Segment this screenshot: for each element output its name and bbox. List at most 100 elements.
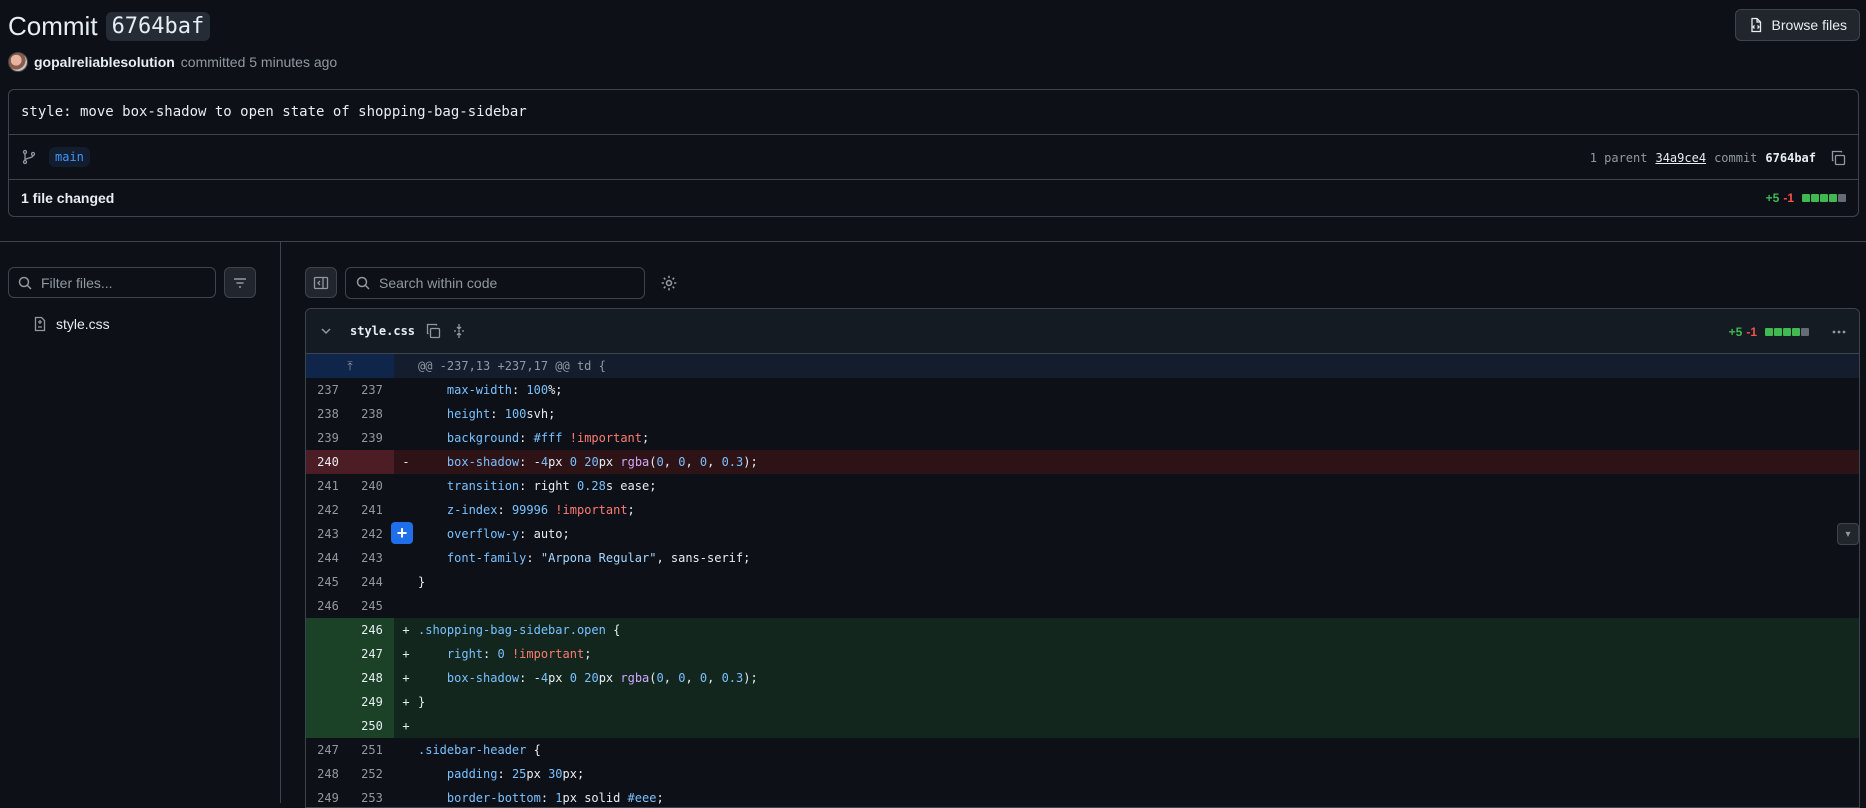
commit-title: Commit	[8, 10, 98, 41]
code-token: background	[446, 431, 520, 445]
search-placeholder: Search within code	[379, 275, 498, 291]
old-line-number[interactable]	[306, 666, 350, 690]
code-text: border-bottom: 1px solid #eee;	[418, 786, 664, 807]
new-line-number[interactable]: 246	[350, 618, 394, 642]
chevron-down-icon[interactable]	[318, 323, 334, 339]
search-within-code-input[interactable]: Search within code	[345, 267, 645, 299]
added-line[interactable]: 250 +	[306, 714, 1859, 738]
diffstat-block	[1829, 194, 1837, 202]
code-token: box-shadow	[446, 671, 520, 685]
new-line-number[interactable]: 249	[350, 690, 394, 714]
code-text: overflow-y: auto;	[418, 522, 570, 546]
new-line-number[interactable]	[350, 450, 394, 474]
new-line-number[interactable]: 244	[350, 570, 394, 594]
branch-label[interactable]: main	[49, 147, 90, 167]
parent-sha-link[interactable]: 34a9ce4	[1655, 151, 1706, 165]
old-line-number[interactable]: 246	[306, 594, 350, 618]
diff-marker	[394, 378, 418, 402]
context-line[interactable]: 248 252 padding: 25px 30px;	[306, 762, 1859, 786]
filter-placeholder: Filter files...	[41, 274, 113, 291]
old-line-number[interactable]: 242	[306, 498, 350, 522]
old-line-number[interactable]: 241	[306, 474, 350, 498]
old-line-number[interactable]: 247	[306, 738, 350, 762]
code-token: 0.3	[721, 455, 744, 469]
added-line[interactable]: 248 + box-shadow: -4px 0 20px rgba(0, 0, …	[306, 666, 1859, 690]
context-line[interactable]: 237 237 max-width: 100%;	[306, 378, 1859, 402]
new-line-number[interactable]: 247	[350, 642, 394, 666]
context-line[interactable]: 243 242 overflow-y: auto;	[306, 522, 1859, 546]
context-line[interactable]: 239 239 background: #fff !important;	[306, 426, 1859, 450]
old-line-number[interactable]: 244	[306, 546, 350, 570]
code-token: ;	[642, 431, 650, 445]
copy-icon[interactable]	[1830, 150, 1846, 166]
added-line[interactable]: 247 + right: 0 !important;	[306, 642, 1859, 666]
toggle-file-tree-button[interactable]	[305, 267, 337, 298]
new-line-number[interactable]: 253	[350, 786, 394, 807]
context-line[interactable]: 241 240 transition: right 0.28s ease;	[306, 474, 1859, 498]
code-text: height: 100svh;	[418, 402, 555, 426]
filter-files-input[interactable]: Filter files...	[8, 267, 216, 298]
gear-icon[interactable]	[660, 274, 678, 292]
diff-marker	[394, 786, 418, 807]
added-line[interactable]: 246 + .shopping-bag-sidebar.open {	[306, 618, 1859, 642]
old-line-number[interactable]: 238	[306, 402, 350, 426]
context-line[interactable]: 246 245	[306, 594, 1859, 618]
context-line[interactable]: 249 253 border-bottom: 1px solid #eee;	[306, 786, 1859, 807]
filter-button[interactable]	[224, 267, 256, 298]
added-line[interactable]: 249 +}	[306, 690, 1859, 714]
old-line-number[interactable]: 245	[306, 570, 350, 594]
old-line-number[interactable]: 248	[306, 762, 350, 786]
new-line-number[interactable]: 243	[350, 546, 394, 570]
diff-panel: style.css +5 -1 ⤒ @@ -237,13 +237,17 @@ …	[305, 308, 1860, 808]
author-name[interactable]: gopalreliablesolution	[34, 54, 175, 70]
avatar[interactable]	[8, 52, 28, 72]
expand-all-icon[interactable]	[451, 323, 467, 339]
new-line-number[interactable]: 241	[350, 498, 394, 522]
context-line[interactable]: 238 238 height: 100svh;	[306, 402, 1859, 426]
expand-up-button[interactable]: ⤒	[306, 354, 394, 378]
new-line-number[interactable]: 239	[350, 426, 394, 450]
diff-filename[interactable]: style.css	[350, 324, 415, 338]
browse-files-button[interactable]: Browse files	[1734, 9, 1860, 41]
kebab-menu-icon[interactable]	[1831, 324, 1847, 340]
old-line-number[interactable]: 240	[306, 450, 350, 474]
old-line-number[interactable]	[306, 690, 350, 714]
context-line[interactable]: 244 243 font-family: "Arpona Regular", sa…	[306, 546, 1859, 570]
new-line-number[interactable]: 242	[350, 522, 394, 546]
new-line-number[interactable]: 238	[350, 402, 394, 426]
old-line-number[interactable]	[306, 642, 350, 666]
old-line-number[interactable]: 243	[306, 522, 350, 546]
code-token: right	[446, 647, 484, 661]
diffstat-block	[1783, 327, 1791, 336]
commit-sha-value: 6764baf	[1765, 150, 1816, 165]
old-line-number[interactable]: 239	[306, 426, 350, 450]
new-line-number[interactable]: 237	[350, 378, 394, 402]
context-line[interactable]: 242 241 z-index: 99996 !important;	[306, 498, 1859, 522]
code-text: right: 0 !important;	[418, 642, 592, 666]
code-token: :	[490, 407, 505, 421]
old-line-number[interactable]: 249	[306, 786, 350, 807]
expand-down-button[interactable]: ▾	[1837, 523, 1859, 545]
new-line-number[interactable]: 252	[350, 762, 394, 786]
code-token: max-width	[446, 383, 512, 397]
old-line-number[interactable]	[306, 618, 350, 642]
code-token: :	[483, 647, 498, 661]
page-title: Commit 6764baf	[8, 6, 211, 46]
file-tree-item[interactable]: style.css	[32, 312, 110, 336]
context-line[interactable]: 247 251 .sidebar-header {	[306, 738, 1859, 762]
code-token: , sans-serif;	[656, 551, 751, 565]
old-line-number[interactable]	[306, 714, 350, 738]
code-token: px	[548, 671, 570, 685]
new-line-number[interactable]: 251	[350, 738, 394, 762]
new-line-number[interactable]: 245	[350, 594, 394, 618]
code-token: rgba	[620, 455, 650, 469]
old-line-number[interactable]: 237	[306, 378, 350, 402]
deleted-line[interactable]: 240 - box-shadow: -4px 0 20px rgba(0, 0, …	[306, 450, 1859, 474]
context-line[interactable]: 245 244}	[306, 570, 1859, 594]
new-line-number[interactable]: 240	[350, 474, 394, 498]
new-line-number[interactable]: 250	[350, 714, 394, 738]
add-comment-button[interactable]: +	[391, 522, 413, 544]
new-line-number[interactable]: 248	[350, 666, 394, 690]
copy-icon[interactable]	[425, 323, 441, 339]
